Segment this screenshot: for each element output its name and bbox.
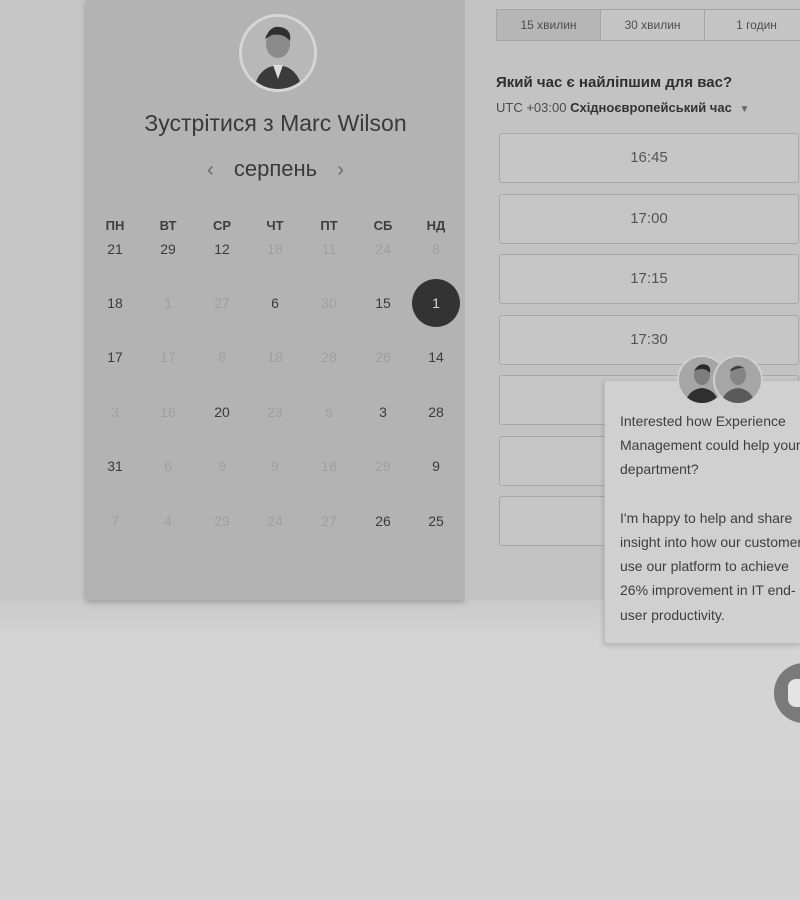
calendar-day[interactable]: 25	[416, 513, 456, 529]
caret-down-icon: ▼	[739, 104, 750, 115]
duration-15-tab[interactable]: 15 хвилин	[497, 10, 601, 40]
calendar-day: 11	[321, 241, 337, 257]
prev-month-button[interactable]: ‹	[193, 159, 228, 181]
timezone-selector[interactable]: UTC +03:00 Східноєвропейський час ▼	[496, 100, 749, 115]
weekday-label: СР	[212, 218, 232, 233]
calendar-day[interactable]: 26	[363, 513, 403, 529]
calendar-panel: Зустрітися з Marc Wilson ‹ серпень › ПН В…	[86, 0, 465, 600]
time-question: Який час є найліпшим для вас?	[496, 74, 733, 91]
calendar-day[interactable]: 28	[416, 404, 456, 420]
calendar-day: 6	[164, 458, 172, 474]
calendar-day: 3	[111, 404, 119, 420]
calendar-day: 7	[111, 513, 119, 529]
calendar-day: 16	[160, 404, 176, 420]
calendar-day: 17	[160, 349, 176, 365]
calendar-day: 29	[375, 458, 391, 474]
calendar-day: 24	[267, 513, 283, 529]
chat-message: Interested how Experience Management cou…	[620, 413, 800, 623]
calendar-day[interactable]: 6	[255, 295, 295, 311]
calendar-day[interactable]: 12	[202, 241, 242, 257]
calendar-day: 9	[218, 458, 226, 474]
calendar-day: 18	[267, 241, 283, 257]
calendar-day[interactable]: 3	[363, 404, 403, 420]
agent-avatar	[713, 355, 763, 405]
calendar-day: 18	[321, 458, 337, 474]
calendar-day[interactable]: 17	[95, 349, 135, 365]
selected-day[interactable]: 1	[412, 279, 460, 327]
calendar-day: 30	[321, 295, 337, 311]
weekday-label: ВТ	[159, 218, 177, 233]
duration-30-tab[interactable]: 30 хвилин	[601, 10, 705, 40]
month-label: серпень	[233, 156, 318, 181]
calendar-day[interactable]: 31	[95, 458, 135, 474]
timeslot-button[interactable]: 16:45	[499, 133, 799, 183]
weekday-label: ПН	[105, 218, 125, 233]
calendar-day: 9	[271, 458, 279, 474]
timeslot-button[interactable]: 17:00	[499, 193, 799, 244]
calendar-day[interactable]: 9	[416, 458, 456, 474]
chat-message-popup[interactable]: Interested how Experience Management cou…	[604, 380, 800, 644]
calendar-day[interactable]: 20	[202, 404, 242, 420]
timezone-name: Східноєвропейський час	[570, 100, 732, 115]
meeting-title: Зустрітися з Marc Wilson	[144, 110, 407, 136]
calendar-day: 8	[432, 241, 440, 257]
timeslot-button[interactable]: 17:30	[499, 314, 799, 365]
month-navigation: ‹ серпень ›	[86, 156, 465, 182]
calendar-day: 27	[321, 513, 337, 529]
calendar-day: 5	[325, 404, 333, 420]
duration-selector: 15 хвилин 30 хвилин 1 годин	[496, 9, 800, 41]
weekday-label: СБ	[373, 218, 393, 233]
calendar-day: 18	[267, 349, 283, 365]
duration-60-tab[interactable]: 1 годин	[705, 10, 800, 40]
calendar-day: 23	[267, 404, 283, 420]
timeslot-button[interactable]: 17:15	[499, 254, 799, 304]
host-avatar	[239, 14, 317, 92]
next-month-button[interactable]: ›	[323, 159, 358, 181]
timezone-offset: UTC +03:00	[496, 100, 567, 115]
weekday-label: ПТ	[320, 218, 338, 233]
weekday-label: ЧТ	[266, 218, 284, 233]
calendar-day: 4	[164, 513, 172, 529]
calendar-day[interactable]: 18	[95, 295, 135, 311]
calendar-day: 8	[218, 349, 226, 365]
page-background	[0, 600, 800, 900]
calendar-day: 24	[375, 241, 391, 257]
calendar-day[interactable]: 21	[95, 241, 135, 257]
calendar-day: 27	[214, 295, 230, 311]
calendar-day: 26	[375, 349, 391, 365]
weekday-label: НД	[426, 218, 446, 233]
chat-bubble-icon	[788, 679, 800, 707]
weekday-header: ПН ВТ СР ЧТ ПТ СБ НД	[86, 218, 465, 234]
calendar-day: 28	[321, 349, 337, 365]
calendar-day[interactable]: 15	[363, 295, 403, 311]
calendar-day[interactable]: 14	[416, 349, 456, 365]
calendar-day[interactable]: 29	[148, 241, 188, 257]
calendar-day: 29	[214, 513, 230, 529]
calendar-day: 1	[164, 295, 172, 311]
